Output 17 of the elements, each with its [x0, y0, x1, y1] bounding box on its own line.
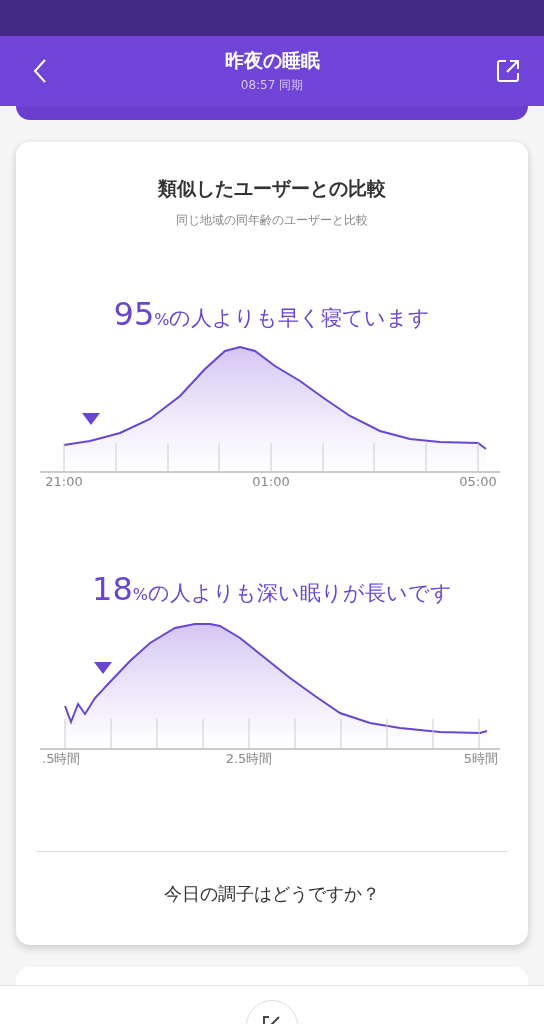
page-title: 昨夜の睡眠: [224, 48, 320, 73]
axis-label: 01:00: [252, 474, 290, 489]
back-icon[interactable]: [32, 58, 48, 84]
percentile-headline: 18%の人よりも深い眠りが長いです: [92, 570, 452, 608]
axis-label: 5時間: [463, 751, 498, 766]
marker-icon: [94, 662, 112, 674]
percentile-headline: 95%の人よりも早く寝ています: [113, 295, 431, 333]
mood-question: 今日の調子はどうですか？: [164, 882, 380, 906]
axis-label: .5時間: [42, 751, 81, 766]
axis-label: 2.5時間: [225, 751, 273, 766]
card-subtitle: 同じ地域の同年齢のユーザーと比較: [176, 212, 368, 229]
axis-label: 21:00: [45, 474, 83, 489]
axis-label: 05:00: [459, 474, 497, 489]
share-icon[interactable]: [496, 59, 520, 83]
card-title: 類似したユーザーとの比較: [158, 176, 386, 201]
marker-icon: [82, 413, 100, 425]
sync-time: 08:57 同期: [239, 77, 305, 94]
